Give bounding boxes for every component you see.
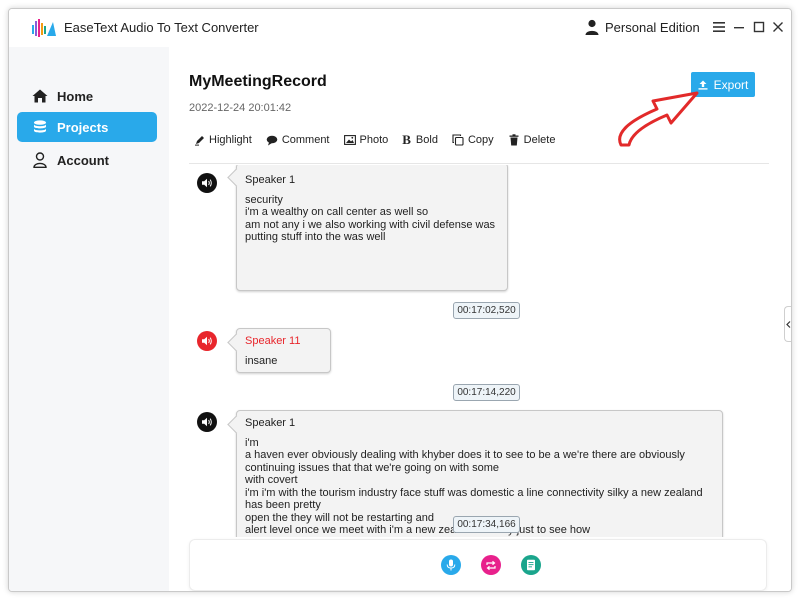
microphone-icon [446, 559, 456, 571]
document-button[interactable] [521, 555, 541, 575]
playback-bar [189, 539, 767, 591]
transcript-bubble[interactable]: Speaker 1 security i'm a wealthy on call… [236, 165, 508, 291]
menu-icon[interactable] [709, 17, 729, 37]
app-logo-icon [32, 19, 56, 37]
main-panel: MyMeetingRecord 2022-12-24 20:01:42 Expo… [169, 47, 791, 591]
copy-button[interactable]: Copy [452, 134, 494, 146]
timestamp-badge[interactable]: 00:17:02,520 [453, 302, 520, 319]
speaker-icon[interactable] [197, 412, 217, 432]
timestamp-badge[interactable]: 00:17:34,166 [453, 516, 520, 533]
sidebar-item-label: Projects [57, 119, 109, 135]
transcript-line: i'm a wealthy on call center as well so [245, 206, 429, 218]
app-window: EaseText Audio To Text Converter Persona… [8, 8, 792, 592]
transcript-line: has been pretty [245, 499, 321, 511]
sidebar-item-home[interactable]: Home [17, 81, 157, 111]
database-icon [32, 119, 48, 135]
transcript-line: insane [245, 354, 278, 367]
chevron-left-icon [786, 320, 791, 328]
maximize-icon[interactable] [749, 17, 769, 37]
transcript-list: Speaker 1 security i'm a wealthy on call… [169, 165, 791, 537]
speaker-name[interactable]: Speaker 11 [245, 335, 322, 348]
export-label: Export [713, 77, 749, 92]
transcript-line: am not any i we also working with civil … [245, 218, 496, 231]
user-icon[interactable] [585, 19, 599, 35]
sidebar-item-label: Home [57, 88, 94, 104]
sidebar: Home Projects Account [9, 47, 169, 591]
copy-icon [452, 134, 464, 146]
edit-toolbar: Highlight Comment Photo B Bold Copy Dele… [193, 130, 569, 150]
transcript-line: putting stuff into the was well [245, 231, 386, 243]
transcript-line: a haven ever obviously dealing with khyb… [245, 449, 685, 461]
repeat-button[interactable] [481, 555, 501, 575]
panel-collapse-tab[interactable] [784, 306, 791, 342]
transcript-line: security [245, 193, 283, 206]
comment-button[interactable]: Comment [266, 134, 330, 146]
image-icon [343, 134, 356, 146]
timestamp-badge[interactable]: 00:17:14,220 [453, 384, 520, 401]
transcript-bubble[interactable]: Speaker 11 insane [236, 328, 331, 373]
photo-button[interactable]: Photo [343, 134, 388, 146]
speaker-icon[interactable] [197, 331, 217, 351]
toolbar-divider [189, 163, 769, 164]
sidebar-item-projects[interactable]: Projects [17, 112, 157, 142]
transcript-line: continuing issues that that we're going … [245, 461, 500, 474]
repeat-icon [486, 560, 496, 570]
highlight-button[interactable]: Highlight [193, 134, 252, 146]
minimize-icon[interactable] [729, 17, 749, 37]
edition-label: Personal Edition [605, 20, 700, 35]
speaker-name[interactable]: Speaker 1 [245, 417, 714, 430]
bold-icon: B [402, 132, 411, 147]
app-title: EaseText Audio To Text Converter [64, 20, 259, 35]
transcript-line: i'm [245, 436, 259, 449]
sidebar-item-account[interactable]: Account [17, 145, 157, 175]
title-bar: EaseText Audio To Text Converter Persona… [9, 9, 791, 47]
user-icon [32, 152, 48, 168]
transcript-line: i'm i'm with the tourism industry face s… [245, 486, 703, 499]
home-icon [32, 88, 48, 104]
document-icon [527, 559, 535, 571]
transcript-line: with covert [245, 474, 298, 486]
record-date: 2022-12-24 20:01:42 [189, 102, 292, 114]
microphone-button[interactable] [441, 555, 461, 575]
speaker-name[interactable]: Speaker 1 [245, 174, 499, 187]
speaker-icon[interactable] [197, 173, 217, 193]
annotation-arrow-icon [618, 91, 699, 147]
close-icon[interactable] [768, 17, 788, 37]
trash-icon [508, 134, 520, 146]
sidebar-item-label: Account [57, 152, 109, 168]
bold-button[interactable]: B Bold [402, 132, 438, 148]
page-title: MyMeetingRecord [189, 73, 327, 90]
pen-icon [193, 134, 205, 146]
delete-button[interactable]: Delete [508, 134, 555, 146]
comment-icon [266, 134, 278, 146]
